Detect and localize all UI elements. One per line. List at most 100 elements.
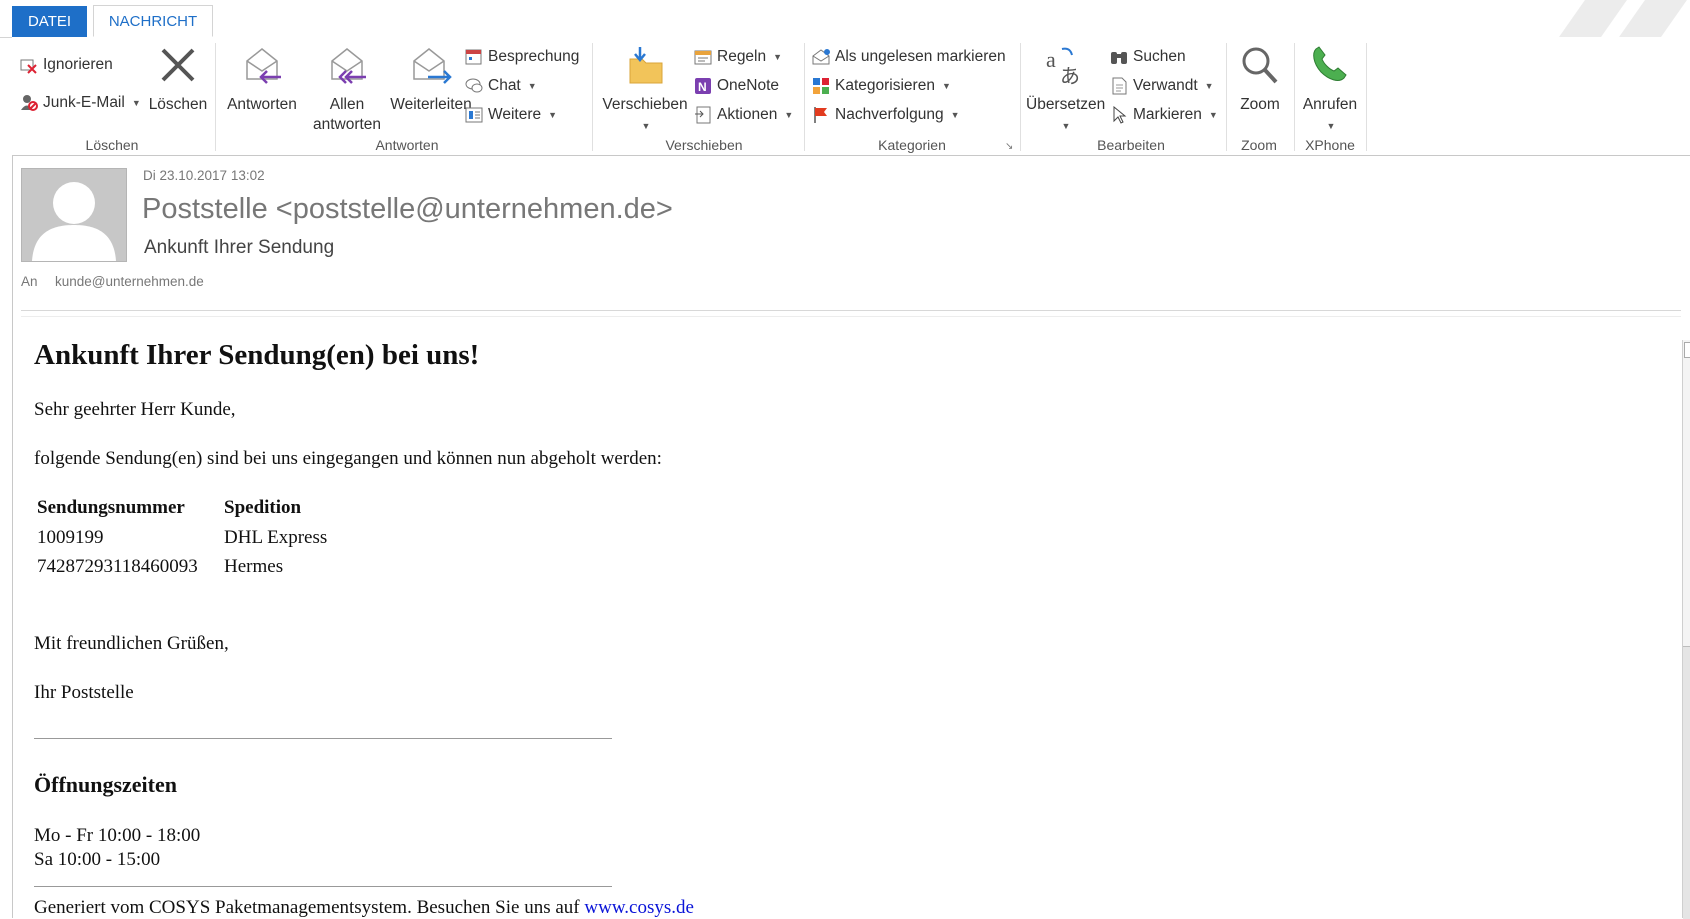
move-button[interactable]: Verschieben ▼ — [602, 45, 688, 136]
meeting-label: Besprechung — [488, 48, 580, 65]
onenote-button[interactable]: N OneNote — [694, 74, 779, 98]
magnifier-icon — [1232, 45, 1288, 91]
table-cell: 74287293118460093 — [37, 556, 198, 577]
actions-label: Aktionen — [717, 106, 778, 123]
zoom-button[interactable]: Zoom — [1232, 45, 1288, 115]
more-respond-button[interactable]: Weitere ▼ — [465, 103, 557, 127]
rules-button[interactable]: Regeln ▼ — [694, 45, 782, 69]
chevron-down-icon: ▼ — [1326, 121, 1336, 131]
rules-icon — [694, 48, 712, 66]
chevron-down-icon: ▼ — [784, 110, 794, 120]
group-label-edit: Bearbeiten — [1097, 137, 1165, 153]
chevron-down-icon: ▼ — [1204, 81, 1214, 91]
categorize-label: Kategorisieren — [835, 77, 935, 94]
chevron-down-icon: ▼ — [527, 81, 537, 91]
table-cell: 1009199 — [37, 527, 104, 548]
delete-button[interactable]: Löschen — [147, 45, 209, 115]
dialog-launcher-icon[interactable]: ↘ — [1005, 141, 1013, 152]
zoom-label: Zoom — [1240, 96, 1280, 113]
actions-button[interactable]: Aktionen ▼ — [694, 103, 793, 127]
select-button[interactable]: Markieren ▼ — [1110, 103, 1218, 127]
follow-up-button[interactable]: Nachverfolgung ▼ — [812, 103, 960, 127]
reply-icon — [222, 45, 302, 91]
reply-button[interactable]: Antworten — [222, 45, 302, 115]
mark-unread-button[interactable]: Als ungelesen markieren — [812, 45, 1006, 69]
svg-text:あ: あ — [1060, 64, 1080, 85]
chevron-down-icon: ▼ — [1208, 110, 1218, 120]
translate-button[interactable]: aあ Übersetzen ▼ — [1026, 45, 1106, 136]
categorize-button[interactable]: Kategorisieren ▼ — [812, 74, 951, 98]
decorative-stripe — [1559, 0, 1627, 37]
scroll-up-icon[interactable] — [1684, 342, 1690, 358]
more-label: Weitere — [488, 106, 542, 123]
chevron-down-icon: ▼ — [1061, 121, 1071, 131]
group-separator — [1366, 43, 1367, 151]
group-label-xphone: XPhone — [1305, 137, 1355, 153]
translate-label: Übersetzen — [1026, 96, 1106, 113]
reply-label: Antworten — [227, 96, 297, 113]
group-separator — [1294, 43, 1295, 151]
junk-mail-button[interactable]: Junk-E-Mail ▼ — [20, 91, 141, 115]
reply-all-label-line2: antworten — [312, 116, 382, 133]
chat-button[interactable]: Chat ▼ — [465, 74, 537, 98]
reply-all-label-line1: Allen — [329, 96, 365, 113]
divider — [21, 316, 1681, 317]
move-folder-icon — [602, 45, 688, 91]
ribbon-tab-bar: DATEI NACHRICHT — [0, 0, 1690, 38]
delete-icon — [147, 45, 209, 91]
binoculars-icon — [1110, 48, 1128, 66]
select-label: Markieren — [1133, 106, 1202, 123]
find-label: Suchen — [1133, 48, 1186, 65]
chat-label: Chat — [488, 77, 521, 94]
forward-icon — [387, 45, 475, 91]
footer-line: Generiert vom COSYS Paketmanagementsyste… — [34, 897, 694, 919]
ignore-button[interactable]: Ignorieren — [20, 53, 113, 77]
body-heading: Ankunft Ihrer Sendung(en) bei uns! — [34, 339, 480, 371]
related-button[interactable]: Verwandt ▼ — [1110, 74, 1214, 98]
call-label: Anrufen — [1302, 96, 1358, 113]
group-separator — [1226, 43, 1227, 151]
group-separator — [592, 43, 593, 151]
chevron-down-icon: ▼ — [548, 110, 558, 120]
vertical-scrollbar[interactable] — [1682, 340, 1690, 919]
reply-all-button[interactable]: Allen antworten — [307, 45, 387, 135]
table-cell: Hermes — [224, 556, 284, 577]
delete-label: Löschen — [148, 96, 208, 113]
meeting-button[interactable]: Besprechung — [465, 45, 579, 69]
body-divider — [34, 738, 612, 739]
more-icon — [465, 106, 483, 124]
ignore-icon — [20, 56, 38, 74]
chat-icon — [465, 77, 483, 95]
actions-icon — [694, 106, 712, 124]
chevron-down-icon: ▼ — [773, 52, 783, 62]
related-label: Verwandt — [1133, 77, 1198, 94]
onenote-label: OneNote — [717, 77, 780, 94]
pane-border — [12, 156, 13, 918]
chevron-down-icon: ▼ — [941, 81, 951, 91]
call-button[interactable]: Anrufen ▼ — [1296, 45, 1364, 136]
hours-heading: Öffnungszeiten — [34, 772, 177, 797]
subject: Ankunft Ihrer Sendung — [144, 237, 335, 258]
find-button[interactable]: Suchen — [1110, 45, 1186, 69]
forward-button[interactable]: Weiterleiten — [387, 45, 475, 115]
body-signature: Ihr Poststelle — [34, 682, 134, 703]
scrollbar-thumb[interactable] — [1683, 646, 1690, 919]
ribbon: Ignorieren Junk-E-Mail ▼ Löschen Löschen… — [12, 37, 1690, 156]
ignore-label: Ignorieren — [43, 56, 113, 73]
junk-mail-icon — [20, 94, 38, 112]
chevron-down-icon: ▼ — [641, 121, 651, 131]
to-label: An — [21, 274, 38, 289]
footer-link[interactable]: www.cosys.de — [584, 897, 694, 918]
tab-file[interactable]: DATEI — [12, 6, 87, 37]
recipient[interactable]: kunde@unternehmen.de — [55, 274, 204, 289]
tab-message[interactable]: NACHRICHT — [93, 5, 213, 37]
svg-text:a: a — [1046, 47, 1056, 72]
sender[interactable]: Poststelle <poststelle@unternehmen.de> — [142, 193, 673, 226]
body-closing: Mit freundlichen Grüßen, — [34, 633, 229, 654]
junk-mail-label: Junk-E-Mail — [43, 94, 125, 111]
sent-date: Di 23.10.2017 13:02 — [143, 168, 265, 183]
mark-unread-icon — [812, 48, 830, 66]
hours-weekdays: Mo - Fr 10:00 - 18:00 — [34, 825, 201, 846]
hours-saturday: Sa 10:00 - 15:00 — [34, 849, 161, 870]
forward-label: Weiterleiten — [390, 96, 472, 113]
